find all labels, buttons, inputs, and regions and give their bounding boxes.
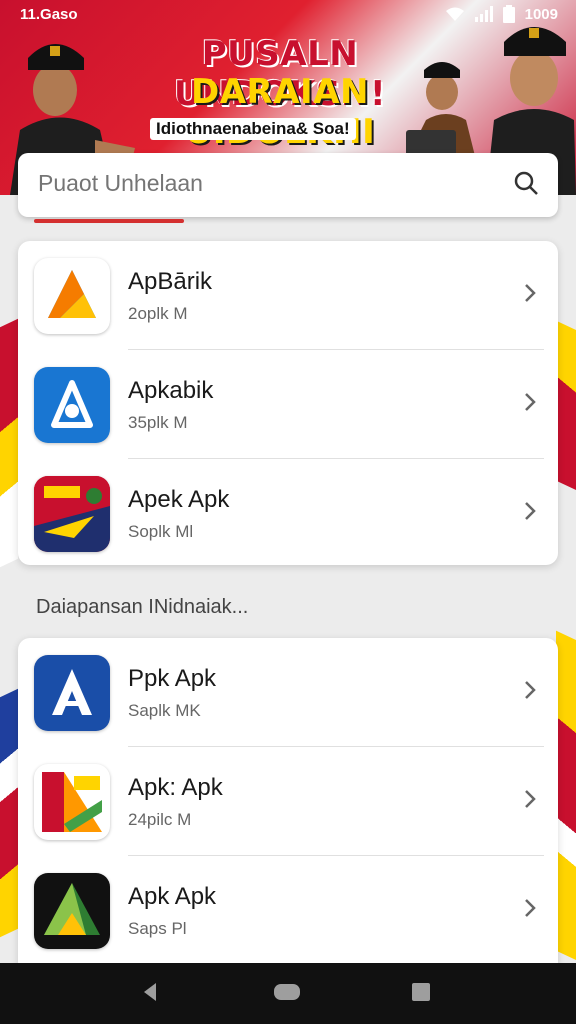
battery-icon	[502, 5, 515, 23]
list-item[interactable]: Apek Apk Soplk Ml	[18, 459, 558, 565]
back-icon[interactable]	[140, 981, 162, 1003]
apkabik-app-icon	[34, 367, 110, 443]
status-icons: 1009	[445, 5, 558, 23]
search-icon[interactable]	[512, 169, 540, 197]
battery-text: 1009	[524, 5, 558, 23]
status-bar: 11.Gaso 1009	[0, 0, 576, 30]
apbarik-app-icon	[34, 258, 110, 334]
app-size: 2oplk M	[128, 304, 188, 323]
search-bar[interactable]	[18, 153, 558, 223]
app-size: 35plk M	[128, 413, 188, 432]
app-size: Saps Pl	[128, 919, 187, 938]
app-size: 24pilc M	[128, 810, 192, 829]
status-time: 11.Gaso	[20, 6, 78, 23]
wifi-icon	[445, 7, 464, 21]
chevron-right-icon	[525, 790, 536, 808]
list-item[interactable]: Apk Apk Saps Pl	[18, 856, 558, 965]
list-item[interactable]: Apkabik 35plk M	[18, 350, 558, 459]
apk-apk-green-app-icon	[34, 873, 110, 949]
chevron-right-icon	[525, 284, 536, 302]
list-item[interactable]: ApBārik 2oplk M	[18, 241, 558, 350]
apk-apk-app-icon	[34, 764, 110, 840]
chevron-right-icon	[525, 899, 536, 917]
app-name: Apkabik	[128, 377, 214, 404]
search-accent-bar	[34, 219, 184, 223]
apek-apk-app-icon	[34, 476, 110, 552]
signal-icon	[474, 6, 493, 22]
app-size: Soplk Ml	[128, 522, 194, 541]
recents-icon[interactable]	[410, 981, 432, 1003]
chevron-right-icon	[525, 681, 536, 699]
ppk-apk-app-icon	[34, 655, 110, 731]
section-header: Daiapansan INidnaiak...	[36, 596, 249, 618]
right-flag-stripe	[556, 320, 576, 500]
app-list-top: ApBārik 2oplk M Apkabik 35plk M Apek Apk	[18, 241, 558, 565]
app-size: Saplk MK	[128, 701, 201, 720]
banner-subtitle: Idiothnaenabeina& Soa!	[150, 118, 356, 140]
home-icon[interactable]	[273, 981, 301, 1003]
navigation-bar	[0, 963, 576, 1024]
chevron-right-icon	[525, 393, 536, 411]
app-name: Ppk Apk	[128, 665, 217, 692]
chevron-right-icon	[525, 502, 536, 520]
app-name: Apek Apk	[128, 486, 230, 513]
list-item[interactable]: Apk: Apk 24pilc M	[18, 747, 558, 856]
app-name: Apk Apk	[128, 883, 217, 910]
list-item[interactable]: Ppk Apk Saplk MK	[18, 638, 558, 747]
banner-title-line2: DARAIAN UIDOLKHI	[185, 72, 375, 152]
right-flag-stripe-lower	[556, 630, 576, 970]
app-list-bottom: Ppk Apk Saplk MK Apk: Apk 24pilc M Apk A…	[18, 638, 558, 974]
app-name: ApBārik	[128, 268, 213, 295]
left-flag-stripe	[0, 318, 18, 582]
search-input[interactable]	[36, 169, 480, 198]
app-name: Apk: Apk	[128, 774, 223, 801]
left-flag-stripe-lower	[0, 688, 18, 952]
